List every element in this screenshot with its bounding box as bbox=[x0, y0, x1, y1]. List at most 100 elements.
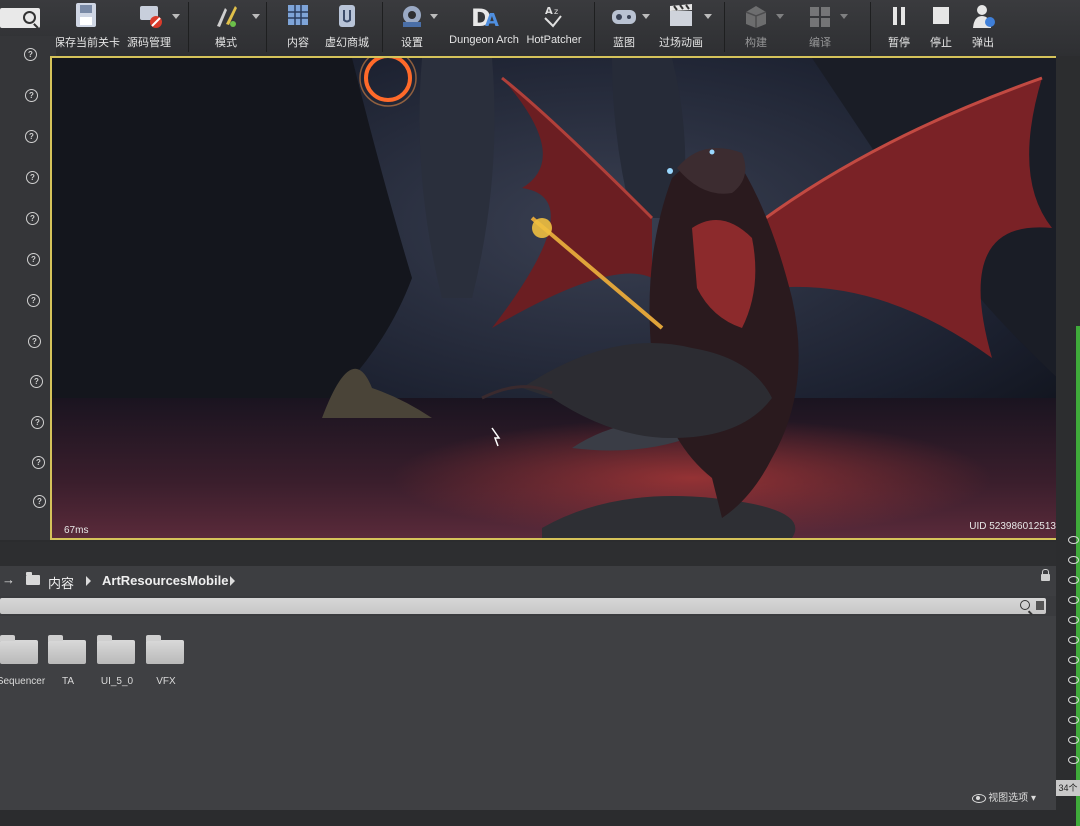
help-icon[interactable]: ? bbox=[32, 456, 45, 469]
visibility-eye-icon[interactable] bbox=[1068, 616, 1079, 624]
pause-button[interactable]: 暂停 bbox=[882, 0, 916, 54]
pause-label: 暂停 bbox=[888, 37, 910, 49]
chevron-right-icon[interactable] bbox=[86, 576, 91, 586]
forward-arrow-icon[interactable]: → bbox=[2, 572, 15, 587]
cinematics-button[interactable]: 过场动画 bbox=[658, 0, 712, 54]
marketplace-icon bbox=[339, 5, 355, 27]
help-icon[interactable]: ? bbox=[33, 495, 46, 508]
toolbar-separator bbox=[724, 2, 725, 52]
chevron-right-icon[interactable] bbox=[230, 576, 235, 586]
content-browser-tab-bar bbox=[0, 542, 1056, 566]
lock-icon[interactable] bbox=[1041, 569, 1050, 581]
visibility-eye-icon[interactable] bbox=[1068, 536, 1079, 544]
blueprint-dropdown-caret[interactable] bbox=[642, 14, 650, 19]
stop-icon bbox=[933, 7, 949, 24]
content-icon bbox=[288, 5, 308, 25]
modes-button[interactable]: 模式 bbox=[200, 0, 260, 54]
save-level-label: 保存当前关卡 bbox=[54, 37, 120, 49]
help-icon[interactable]: ? bbox=[28, 335, 41, 348]
source-control-icon bbox=[140, 6, 162, 28]
search-icon bbox=[23, 11, 36, 24]
cinematics-dropdown-caret[interactable] bbox=[704, 14, 712, 19]
search-box[interactable] bbox=[0, 8, 40, 28]
view-options-button[interactable]: 视图选项 ▾ bbox=[972, 789, 1036, 804]
save-search-icon[interactable] bbox=[1036, 601, 1044, 610]
hotpatcher-label: HotPatcher bbox=[526, 34, 582, 46]
visibility-eye-icon[interactable] bbox=[1068, 596, 1079, 604]
hotpatcher-button[interactable]: A z HotPatcher bbox=[526, 0, 582, 54]
help-icon[interactable]: ? bbox=[30, 375, 43, 388]
folder-label-vfx: VFX bbox=[156, 676, 176, 687]
help-icon[interactable]: ? bbox=[25, 89, 38, 102]
breadcrumb-item-content[interactable]: 内容 bbox=[48, 573, 74, 592]
eject-label: 弹出 bbox=[972, 37, 994, 49]
marketplace-label: 虚幻商城 bbox=[325, 37, 369, 49]
source-control-dropdown-caret[interactable] bbox=[172, 14, 180, 19]
level-viewport[interactable]: 67ms UID 523986012513 bbox=[50, 56, 1070, 540]
visibility-eye-icon[interactable] bbox=[1068, 756, 1079, 764]
source-control-button[interactable]: 源码管理 bbox=[126, 0, 180, 54]
help-icon[interactable]: ? bbox=[25, 130, 38, 143]
visibility-eye-icon[interactable] bbox=[1068, 656, 1079, 664]
help-icon[interactable]: ? bbox=[24, 48, 37, 61]
modes-dropdown-caret[interactable] bbox=[252, 14, 260, 19]
frame-time-readout: 67ms bbox=[64, 525, 89, 536]
blueprint-label: 蓝图 bbox=[613, 37, 635, 49]
toolbar-separator bbox=[870, 2, 871, 52]
svg-text:z: z bbox=[554, 7, 558, 16]
visibility-eye-icon[interactable] bbox=[1068, 576, 1079, 584]
stop-button[interactable]: 停止 bbox=[924, 0, 958, 54]
breadcrumb-item-artresourcesmobile[interactable]: ArtResourcesMobile bbox=[102, 573, 228, 588]
toolbar-separator bbox=[188, 2, 189, 52]
compile-dropdown-caret[interactable] bbox=[840, 14, 848, 19]
eject-button[interactable]: 弹出 bbox=[966, 0, 1000, 54]
marketplace-button[interactable]: 虚幻商城 bbox=[324, 0, 370, 54]
uid-readout: UID 523986012513 bbox=[969, 521, 1056, 532]
visibility-eye-icon[interactable] bbox=[1068, 676, 1079, 684]
settings-icon bbox=[403, 6, 421, 27]
help-icon[interactable]: ? bbox=[27, 294, 40, 307]
folder-icon bbox=[0, 635, 38, 664]
settings-dropdown-caret[interactable] bbox=[430, 14, 438, 19]
scene-render[interactable] bbox=[52, 58, 1068, 538]
visibility-eye-icon[interactable] bbox=[1068, 636, 1079, 644]
folder-icon bbox=[97, 635, 135, 664]
cinematics-icon bbox=[670, 4, 692, 26]
dungeon-arch-label: Dungeon Arch bbox=[449, 34, 519, 46]
help-icon[interactable]: ? bbox=[26, 171, 39, 184]
help-icon[interactable]: ? bbox=[31, 416, 44, 429]
blueprint-button[interactable]: 蓝图 bbox=[606, 0, 650, 54]
save-level-button[interactable]: 保存当前关卡 bbox=[54, 0, 120, 54]
content-browser: → 内容 ArtResourcesMobile Sequencer TA UI_… bbox=[0, 542, 1056, 810]
build-button[interactable]: 构建 bbox=[736, 0, 784, 54]
svg-text:A: A bbox=[485, 10, 499, 30]
visibility-eye-icon[interactable] bbox=[1068, 716, 1079, 724]
folder-icon bbox=[48, 635, 86, 664]
help-icon[interactable]: ? bbox=[26, 212, 39, 225]
folder-icon bbox=[26, 572, 40, 585]
left-details-panel: ? ? ? ? ? ? ? ? ? ? ? ? bbox=[0, 36, 56, 540]
hotpatcher-icon: A z bbox=[544, 6, 562, 28]
main-toolbar: 保存当前关卡 源码管理 模式 内容 虚幻商城 设置 D A Dungeon Ar… bbox=[0, 0, 1080, 57]
visibility-eye-icon[interactable] bbox=[1068, 696, 1079, 704]
svg-text:A: A bbox=[545, 6, 553, 17]
search-icon bbox=[1020, 600, 1030, 610]
right-outliner-strip: 34个 bbox=[1056, 56, 1080, 826]
visibility-eye-icon[interactable] bbox=[1068, 736, 1079, 744]
help-icon[interactable]: ? bbox=[27, 253, 40, 266]
compile-icon bbox=[810, 7, 830, 27]
visibility-eye-icon[interactable] bbox=[1068, 556, 1079, 564]
settings-button[interactable]: 设置 bbox=[394, 0, 438, 54]
search-assets-input[interactable] bbox=[0, 598, 1046, 614]
content-button[interactable]: 内容 bbox=[278, 0, 318, 54]
build-label: 构建 bbox=[745, 37, 767, 49]
item-count-badge: 34个 bbox=[1056, 780, 1080, 796]
build-dropdown-caret[interactable] bbox=[776, 14, 784, 19]
modes-icon bbox=[217, 6, 237, 27]
toolbar-separator bbox=[266, 2, 267, 52]
cinematics-label: 过场动画 bbox=[659, 37, 703, 49]
compile-button[interactable]: 编译 bbox=[800, 0, 848, 54]
asset-view[interactable]: Sequencer TA UI_5_0 VFX 视图选项 ▾ bbox=[0, 616, 1056, 810]
source-control-label: 源码管理 bbox=[127, 37, 171, 49]
dungeon-arch-button[interactable]: D A Dungeon Arch bbox=[446, 0, 522, 54]
